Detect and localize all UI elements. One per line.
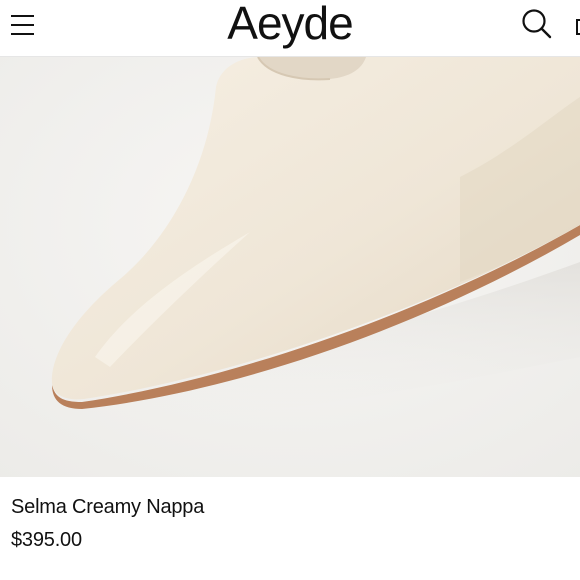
site-header: Aeyde: [0, 0, 580, 57]
product-page: Aeyde Selma Creamy Nappa $395.00: [0, 0, 580, 580]
product-name[interactable]: Selma Creamy Nappa: [11, 494, 204, 520]
search-icon[interactable]: [520, 7, 554, 41]
shopping-bag-icon[interactable]: [572, 17, 580, 35]
shoe-illustration: [0, 57, 580, 477]
product-price: $395.00: [11, 529, 82, 551]
brand-logo[interactable]: Aeyde: [0, 0, 580, 50]
product-image[interactable]: [0, 57, 580, 477]
